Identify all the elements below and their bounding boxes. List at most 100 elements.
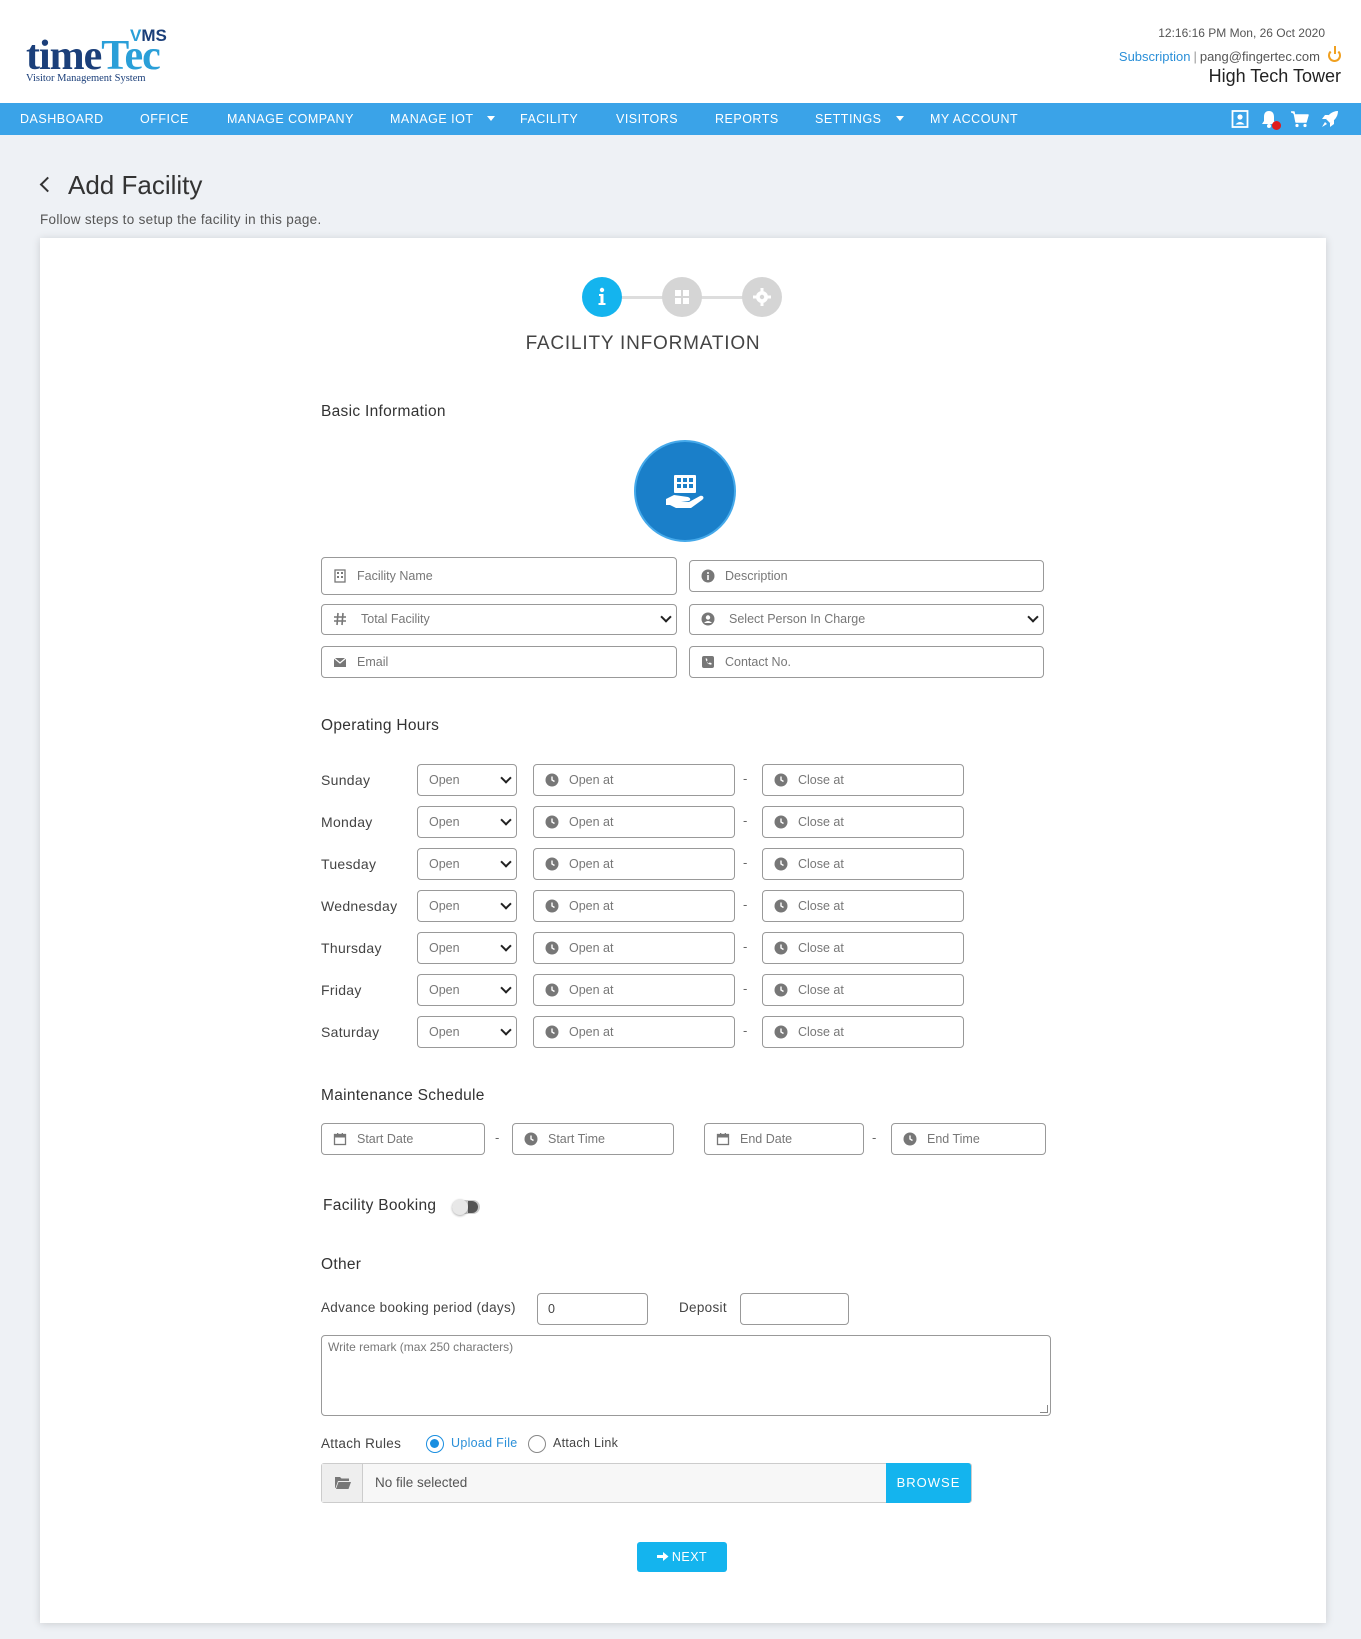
step-grid[interactable] [662, 277, 702, 317]
total-facility-value: Total Facility [361, 612, 430, 626]
advance-booking-input[interactable]: 0 [537, 1293, 648, 1325]
file-upload-field[interactable]: No file selected [321, 1463, 972, 1503]
day-status-select[interactable]: Open [417, 890, 517, 922]
next-button[interactable]: NEXT [637, 1542, 727, 1572]
chevron-down-icon [500, 1024, 512, 1036]
contact-field[interactable]: Contact No. [689, 646, 1044, 678]
clock-icon [524, 1132, 538, 1146]
close-at-placeholder: Close at [798, 899, 844, 913]
chevron-down-icon [500, 898, 512, 910]
open-at-placeholder: Open at [569, 773, 614, 787]
step-info[interactable] [582, 277, 622, 317]
open-at-placeholder: Open at [569, 815, 614, 829]
deposit-input[interactable] [740, 1293, 849, 1325]
step-settings[interactable] [742, 277, 782, 317]
facility-image-upload[interactable] [634, 440, 736, 542]
contact-placeholder: Contact No. [725, 655, 792, 669]
clock-icon [545, 899, 559, 913]
close-at-field[interactable]: Close at [762, 974, 964, 1006]
day-status-value: Open [429, 983, 460, 997]
building-name: High Tech Tower [1208, 66, 1341, 86]
nav-my-account[interactable]: MY ACCOUNT [930, 103, 1018, 135]
page-subtitle: Follow steps to setup the facility in th… [40, 212, 322, 227]
rocket-icon[interactable] [1320, 109, 1340, 129]
email-field[interactable]: Email [321, 646, 677, 678]
clock-icon [545, 857, 559, 871]
person-in-charge-select[interactable]: Select Person In Charge [689, 604, 1044, 635]
close-at-field[interactable]: Close at [762, 764, 964, 796]
info-circle-icon [701, 569, 715, 583]
day-status-select[interactable]: Open [417, 974, 517, 1006]
chevron-down-icon [660, 611, 672, 623]
day-status-value: Open [429, 1025, 460, 1039]
maintenance-start-date-field[interactable]: Start Date [321, 1123, 485, 1155]
open-at-field[interactable]: Open at [533, 1016, 735, 1048]
remark-textarea[interactable]: Write remark (max 250 characters) [321, 1335, 1051, 1416]
upload-file-label[interactable]: Upload File [451, 1436, 518, 1450]
nav-office[interactable]: OFFICE [140, 103, 189, 135]
folder-open-icon [322, 1464, 363, 1502]
day-status-select[interactable]: Open [417, 806, 517, 838]
close-at-field[interactable]: Close at [762, 848, 964, 880]
facility-booking-toggle[interactable] [452, 1199, 480, 1215]
nav-visitors[interactable]: VISITORS [616, 103, 678, 135]
close-at-field[interactable]: Close at [762, 890, 964, 922]
nav-manage-company[interactable]: MANAGE COMPANY [227, 103, 354, 135]
nav-manage-iot[interactable]: MANAGE IOT [390, 103, 496, 135]
day-status-select[interactable]: Open [417, 932, 517, 964]
hours-separator: - [743, 939, 748, 954]
day-status-select[interactable]: Open [417, 1016, 517, 1048]
open-at-field[interactable]: Open at [533, 848, 735, 880]
attach-link-radio[interactable] [528, 1435, 546, 1453]
resize-handle-icon[interactable] [1040, 1405, 1048, 1413]
day-label: Thursday [321, 940, 382, 956]
clock-icon [774, 1025, 788, 1039]
clock-icon [545, 773, 559, 787]
logout-power-icon[interactable] [1328, 46, 1341, 62]
end-date-placeholder: End Date [740, 1132, 793, 1146]
open-at-field[interactable]: Open at [533, 806, 735, 838]
close-at-placeholder: Close at [798, 983, 844, 997]
logo-vms-rest: MS [141, 26, 167, 45]
chevron-down-icon [487, 116, 496, 121]
upload-file-radio[interactable] [426, 1435, 444, 1453]
nav-dashboard[interactable]: DASHBOARD [20, 103, 104, 135]
back-chevron-icon[interactable] [39, 176, 56, 193]
close-at-field[interactable]: Close at [762, 806, 964, 838]
deposit-label: Deposit [679, 1300, 727, 1315]
cart-icon[interactable] [1290, 109, 1310, 129]
day-label: Wednesday [321, 898, 398, 914]
maintenance-end-time-field[interactable]: End Time [891, 1123, 1046, 1155]
attach-link-label[interactable]: Attach Link [553, 1436, 618, 1450]
profile-icon[interactable] [1230, 109, 1250, 129]
description-field[interactable]: Description [689, 560, 1044, 592]
timetec-vms-logo[interactable]: timeTec VMS Visitor Management System [26, 26, 176, 88]
next-button-label: NEXT [671, 1550, 708, 1564]
clock-icon [545, 941, 559, 955]
open-at-placeholder: Open at [569, 899, 614, 913]
browse-button[interactable]: BROWSE [886, 1463, 971, 1503]
day-label: Friday [321, 982, 362, 998]
open-at-field[interactable]: Open at [533, 890, 735, 922]
nav-reports[interactable]: REPORTS [715, 103, 779, 135]
nav-facility[interactable]: FACILITY [520, 103, 578, 135]
close-at-field[interactable]: Close at [762, 932, 964, 964]
open-at-field[interactable]: Open at [533, 764, 735, 796]
maintenance-end-date-field[interactable]: End Date [704, 1123, 864, 1155]
day-status-select[interactable]: Open [417, 764, 517, 796]
user-circle-icon [701, 612, 715, 626]
maintenance-start-time-field[interactable]: Start Time [512, 1123, 674, 1155]
total-facility-select[interactable]: Total Facility [321, 604, 677, 635]
email-placeholder: Email [357, 655, 389, 669]
notification-bell-icon[interactable] [1259, 109, 1281, 130]
clock-icon [545, 983, 559, 997]
day-status-select[interactable]: Open [417, 848, 517, 880]
calendar-icon [716, 1133, 730, 1146]
nav-settings[interactable]: SETTINGS [815, 103, 904, 135]
open-at-field[interactable]: Open at [533, 932, 735, 964]
subscription-link[interactable]: Subscription [1119, 49, 1191, 64]
close-at-field[interactable]: Close at [762, 1016, 964, 1048]
open-at-field[interactable]: Open at [533, 974, 735, 1006]
clock-icon [774, 857, 788, 871]
facility-name-field[interactable]: Facility Name [321, 557, 677, 595]
